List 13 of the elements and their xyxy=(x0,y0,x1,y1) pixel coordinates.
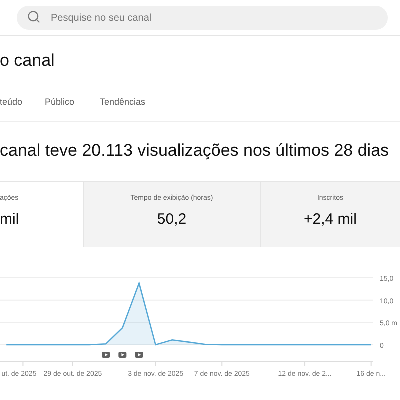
video-icon[interactable] xyxy=(135,352,144,358)
metric-value: mil xyxy=(0,210,20,230)
metric-value: 50,2 xyxy=(157,210,187,230)
search-field[interactable]: Pesquise no seu canal xyxy=(17,6,388,30)
page-title: o canal xyxy=(0,50,56,72)
headline: canal teve 20.113 visualizações nos últimos 28 dias xyxy=(0,140,390,162)
tab[interactable]: teúdo xyxy=(0,84,45,121)
metric-value: +2,4 mil xyxy=(304,210,357,230)
search-icon xyxy=(27,10,41,24)
video-icon[interactable] xyxy=(102,352,110,358)
tab[interactable]: Público xyxy=(45,84,100,121)
tab[interactable]: Tendências xyxy=(100,84,146,121)
video-icon[interactable] xyxy=(118,352,127,358)
